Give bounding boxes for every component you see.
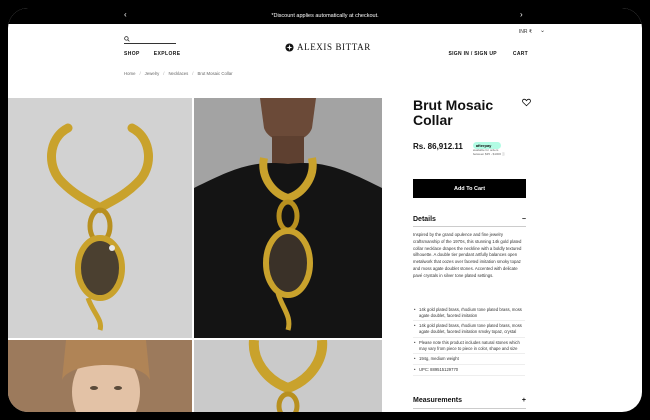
breadcrumb-current: Brut Mosaic Collar xyxy=(197,71,233,76)
currency-selector[interactable]: INR ₹ xyxy=(519,29,532,35)
account-nav: SIGN IN / SIGN UP CART xyxy=(448,51,528,57)
list-item: 194g, medium weight xyxy=(413,356,525,365)
nav-shop[interactable]: SHOP xyxy=(124,51,140,57)
product-gallery xyxy=(8,98,382,412)
heart-icon[interactable] xyxy=(522,98,531,107)
search-icon xyxy=(124,36,130,42)
breadcrumb-separator: / xyxy=(139,71,141,76)
product-image-detail[interactable] xyxy=(194,340,382,412)
expand-icon[interactable]: + xyxy=(522,397,526,404)
breadcrumb-jewelry[interactable]: Jewelry xyxy=(145,71,160,76)
product-price: Rs. 86,912.11 xyxy=(413,142,463,151)
product-title: Brut Mosaic Collar xyxy=(413,97,494,128)
product-image-portrait[interactable] xyxy=(8,340,192,412)
divider xyxy=(413,226,526,227)
product-specs-list: 14k gold plated brass, rhodium tone plat… xyxy=(413,307,525,378)
breadcrumb: Home / Jewelry / Necklaces / Brut Mosaic… xyxy=(124,71,233,76)
list-item: Please note this product includes natura… xyxy=(413,340,525,355)
announcement-text: *Discount applies automatically at check… xyxy=(271,13,379,19)
breadcrumb-necklaces[interactable]: Necklaces xyxy=(168,71,188,76)
sign-in-link[interactable]: SIGN IN / SIGN UP xyxy=(448,51,496,57)
list-item: UPC: 889515129770 xyxy=(413,367,525,376)
measurements-accordion-header[interactable]: Measurements + xyxy=(413,397,526,404)
breadcrumb-separator: / xyxy=(192,71,194,76)
list-item: 14k gold plated brass, rhodium tone plat… xyxy=(413,323,525,338)
afterpay-info[interactable]: afterpay available for orders between $3… xyxy=(472,142,505,156)
device-frame: ‹ *Discount applies automatically at che… xyxy=(0,0,650,420)
add-to-cart-button[interactable]: Add To Cart xyxy=(413,179,526,198)
product-image-model[interactable] xyxy=(194,98,382,338)
site-logo[interactable]: ALEXIS BITTAR xyxy=(285,42,371,52)
product-image-flatlay[interactable] xyxy=(8,98,192,338)
announcement-bar: ‹ *Discount applies automatically at che… xyxy=(8,8,642,24)
browser-viewport: ‹ *Discount applies automatically at che… xyxy=(8,8,642,412)
cart-link[interactable]: CART xyxy=(513,51,528,57)
product-description: Inspired by the grand opulence and fine … xyxy=(413,232,522,278)
divider xyxy=(413,408,526,409)
breadcrumb-home[interactable]: Home xyxy=(124,71,135,76)
breadcrumb-separator: / xyxy=(163,71,165,76)
product-info-panel: Brut Mosaic Collar Rs. 86,912.11 afterpa… xyxy=(413,97,531,409)
search-input[interactable] xyxy=(124,35,176,44)
collapse-icon[interactable]: − xyxy=(522,216,526,223)
measurements-label: Measurements xyxy=(413,397,463,404)
chevron-left-icon[interactable]: ‹ xyxy=(124,10,127,19)
main-nav: SHOP EXPLORE xyxy=(124,51,180,57)
chevron-right-icon[interactable]: › xyxy=(520,10,523,19)
price-row: Rs. 86,912.11 afterpay available for ord… xyxy=(413,142,505,156)
details-accordion-header[interactable]: Details − xyxy=(413,216,526,223)
logo-text: ALEXIS BITTAR xyxy=(297,42,371,52)
details-label: Details xyxy=(413,216,436,223)
list-item: 14k gold plated brass, rhodium tone plat… xyxy=(413,307,525,322)
logo-mark-icon xyxy=(285,42,294,52)
chevron-down-icon[interactable]: ⌄ xyxy=(540,27,545,34)
nav-explore[interactable]: EXPLORE xyxy=(154,51,181,57)
afterpay-line-2: between $35 - $1000 ⓘ xyxy=(472,151,505,156)
